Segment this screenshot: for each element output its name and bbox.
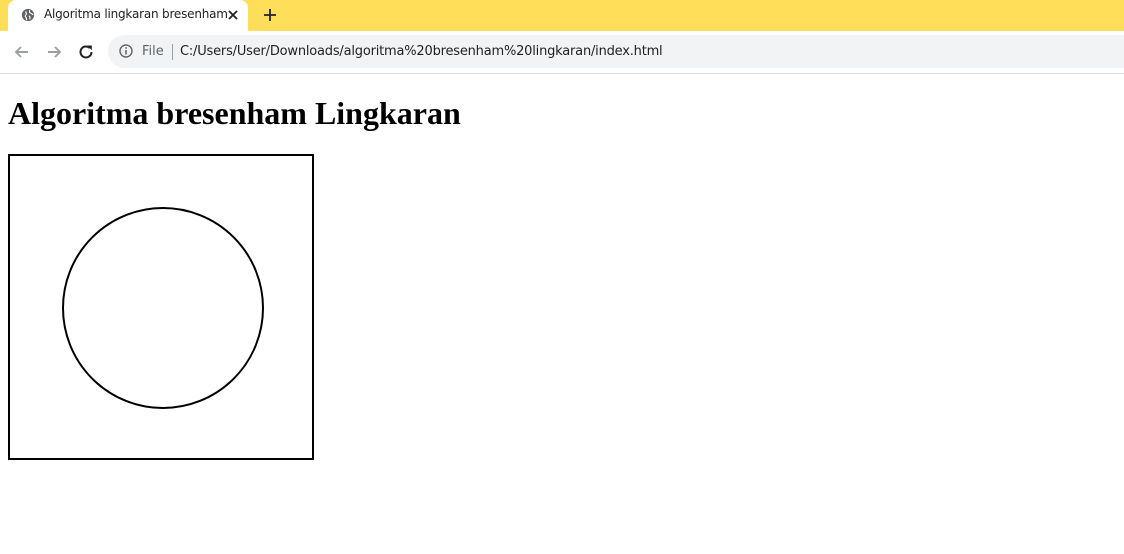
tab-strip: Algoritma lingkaran bresenham xyxy=(0,0,1124,31)
info-icon[interactable] xyxy=(119,44,133,58)
close-icon[interactable] xyxy=(226,8,240,22)
tab-active[interactable]: Algoritma lingkaran bresenham xyxy=(8,0,248,31)
page-title: Algoritma bresenham Lingkaran xyxy=(8,95,461,131)
plus-icon[interactable] xyxy=(262,7,278,23)
bresenham-circle xyxy=(62,207,264,409)
canvas-drawing xyxy=(62,207,264,409)
url-text[interactable]: C:/Users/User/Downloads/algoritma%20bres… xyxy=(180,44,663,59)
globe-icon xyxy=(21,8,35,22)
reload-icon[interactable] xyxy=(76,42,96,62)
tab-title: Algoritma lingkaran bresenham xyxy=(44,7,228,21)
forward-arrow-icon[interactable] xyxy=(44,42,64,62)
address-bar[interactable]: File C:/Users/User/Downloads/algoritma%2… xyxy=(108,35,1124,68)
scheme-label: File xyxy=(142,44,164,59)
back-arrow-icon[interactable] xyxy=(12,42,32,62)
address-divider xyxy=(172,44,173,60)
browser-toolbar: File C:/Users/User/Downloads/algoritma%2… xyxy=(0,31,1124,74)
drawing-canvas xyxy=(8,154,314,460)
